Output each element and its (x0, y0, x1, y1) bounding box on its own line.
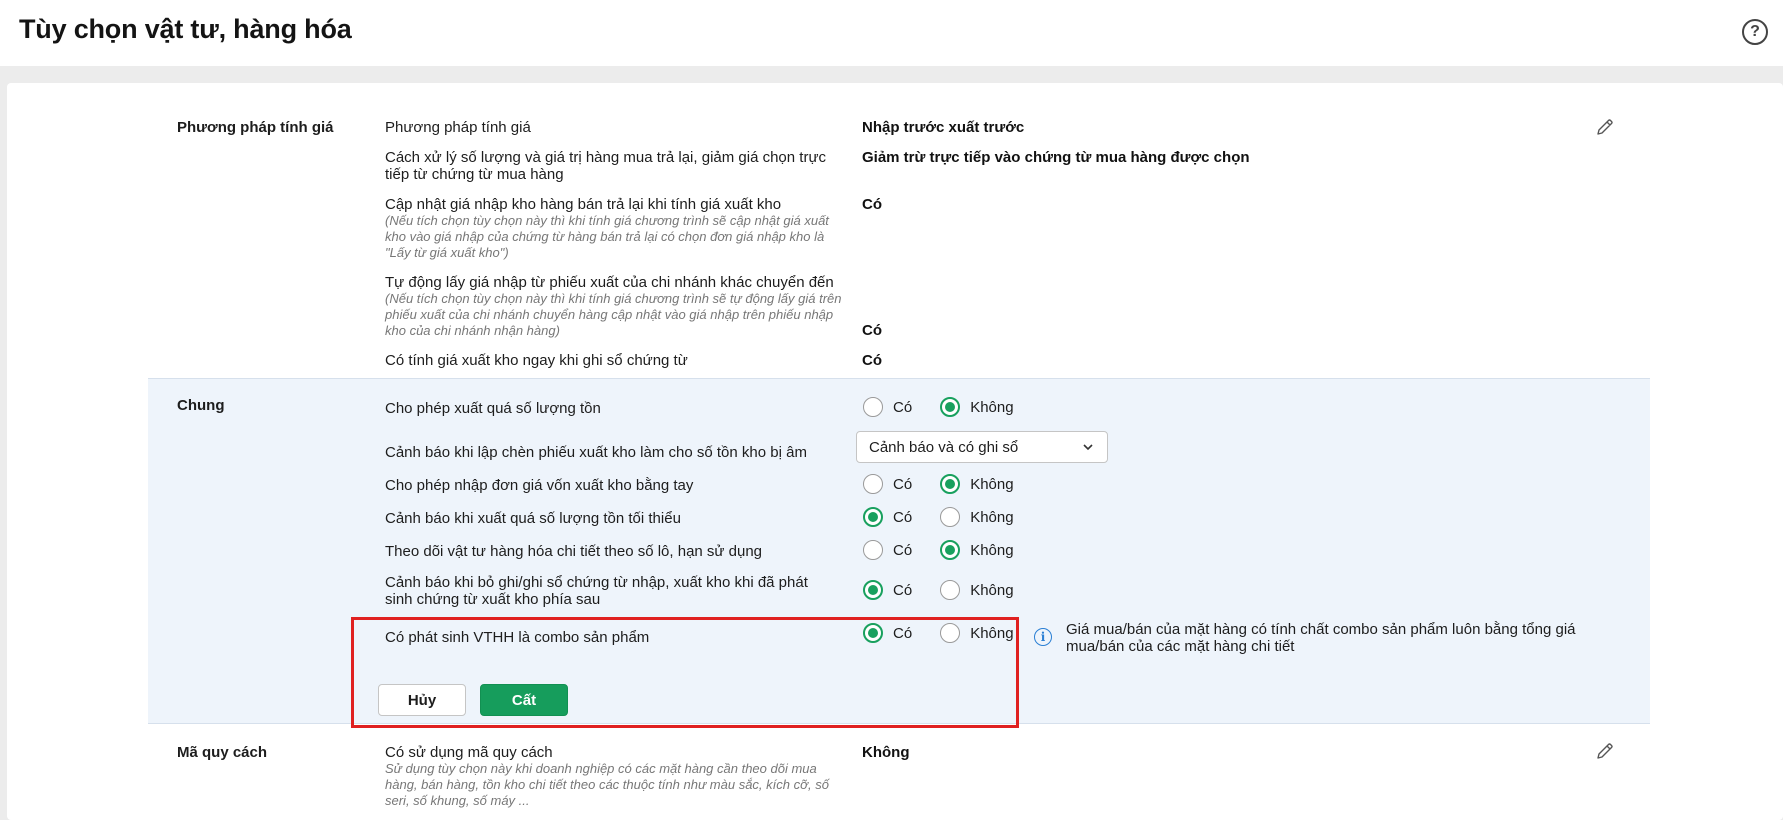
radio-no[interactable] (940, 623, 961, 643)
negative-stock-warning-select[interactable]: Cảnh báo và có ghi sổ (856, 431, 1108, 463)
allow-over-stock-label: Cho phép xuất quá số lượng tồn (385, 400, 601, 417)
pricing-method-label: Phương pháp tính giá (385, 119, 531, 136)
section-title-spec: Mã quy cách (177, 744, 268, 761)
radio-no[interactable] (940, 397, 961, 417)
combo-product-radio-group: Có Không (863, 622, 1014, 644)
purchase-return-value: Giảm trừ trực tiếp vào chứng từ mua hàng… (862, 149, 1250, 166)
radio-yes-label: Có (893, 541, 913, 559)
cancel-button[interactable]: Hủy (378, 684, 466, 716)
radio-yes[interactable] (863, 474, 883, 494)
sales-return-price-value: Có (862, 196, 882, 213)
lot-tracking-radio-group: Có Không (863, 539, 1014, 561)
radio-yes[interactable] (863, 397, 883, 417)
branch-transfer-price-note: (Nếu tích chọn tùy chọn này thì khi tính… (385, 291, 842, 338)
sales-return-price-note: (Nếu tích chọn tùy chọn này thì khi tính… (385, 213, 829, 260)
radio-option-no[interactable]: Không (940, 580, 1014, 600)
combo-info-text: Giá mua/bán của mặt hàng có tính chất co… (1066, 621, 1576, 655)
page-title: Tùy chọn vật tư, hàng hóa (19, 14, 352, 44)
purchase-return-label: Cách xử lý số lượng và giá trị hàng mua … (385, 149, 826, 183)
radio-yes[interactable] (863, 623, 883, 643)
radio-no-label: Không (970, 398, 1014, 416)
section-title-general: Chung (177, 397, 225, 414)
help-icon[interactable]: ? (1742, 19, 1768, 45)
spec-edit-icon[interactable] (1595, 741, 1615, 761)
radio-option-no[interactable]: Không (940, 507, 1014, 527)
combo-product-label: Có phát sinh VTHH là combo sản phẩm (385, 629, 650, 646)
radio-no[interactable] (940, 580, 961, 600)
posting-warning-radio-group: Có Không (863, 579, 1014, 601)
radio-yes[interactable] (863, 540, 883, 560)
spec-code-label: Có sử dụng mã quy cách (385, 744, 553, 761)
manual-cost-price-label: Cho phép nhập đơn giá vốn xuất kho bằng … (385, 477, 694, 494)
sales-return-price-label: Cập nhật giá nhập kho hàng bán trả lại k… (385, 196, 782, 213)
radio-option-yes[interactable]: Có (863, 507, 912, 527)
radio-yes-label: Có (893, 581, 913, 599)
select-value: Cảnh báo và có ghi sổ (869, 438, 1019, 456)
radio-no[interactable] (940, 540, 961, 560)
radio-option-yes[interactable]: Có (863, 397, 912, 417)
pricing-method-value: Nhập trước xuất trước (862, 119, 1025, 136)
radio-option-yes[interactable]: Có (863, 580, 912, 600)
min-stock-warning-label: Cảnh báo khi xuất quá số lượng tồn tối t… (385, 510, 681, 527)
radio-option-yes[interactable]: Có (863, 540, 912, 560)
min-stock-warning-radio-group: Có Không (863, 506, 1014, 528)
pricing-edit-icon[interactable] (1595, 117, 1615, 137)
manual-cost-price-radio-group: Có Không (863, 473, 1014, 495)
posting-warning-label: Cảnh báo khi bỏ ghi/ghi sổ chứng từ nhập… (385, 574, 808, 608)
spec-code-value: Không (862, 744, 910, 761)
radio-no-label: Không (970, 508, 1014, 526)
immediate-costing-label: Có tính giá xuất kho ngay khi ghi sổ chứ… (385, 352, 688, 369)
radio-yes[interactable] (863, 507, 883, 527)
radio-option-no[interactable]: Không (940, 397, 1014, 417)
branch-transfer-price-label: Tự động lấy giá nhập từ phiếu xuất của c… (385, 274, 834, 291)
immediate-costing-value: Có (862, 352, 882, 369)
radio-option-no[interactable]: Không (940, 474, 1014, 494)
radio-yes-label: Có (893, 508, 913, 526)
top-bar: Tùy chọn vật tư, hàng hóa ? (0, 0, 1783, 66)
radio-option-no[interactable]: Không (940, 540, 1014, 560)
radio-no-label: Không (970, 624, 1014, 642)
branch-transfer-price-value: Có (862, 322, 882, 339)
radio-yes-label: Có (893, 398, 913, 416)
radio-no-label: Không (970, 581, 1014, 599)
radio-yes-label: Có (893, 624, 913, 642)
info-icon: i (1034, 628, 1052, 646)
radio-option-yes[interactable]: Có (863, 623, 912, 643)
section-title-pricing: Phương pháp tính giá (177, 119, 334, 136)
radio-no[interactable] (940, 507, 961, 527)
allow-over-stock-radio-group: Có Không (863, 396, 1014, 418)
radio-yes-label: Có (893, 475, 913, 493)
chevron-down-icon (1083, 444, 1093, 451)
negative-stock-warning-label: Cảnh báo khi lập chèn phiếu xuất kho làm… (385, 444, 807, 461)
radio-no-label: Không (970, 541, 1014, 559)
save-button[interactable]: Cất (480, 684, 568, 716)
lot-tracking-label: Theo dõi vật tư hàng hóa chi tiết theo s… (385, 543, 762, 560)
radio-option-yes[interactable]: Có (863, 474, 912, 494)
radio-option-no[interactable]: Không (940, 623, 1014, 643)
radio-no-label: Không (970, 475, 1014, 493)
spec-code-note: Sử dụng tùy chọn này khi doanh nghiệp có… (385, 761, 829, 808)
radio-no[interactable] (940, 474, 961, 494)
radio-yes[interactable] (863, 580, 883, 600)
